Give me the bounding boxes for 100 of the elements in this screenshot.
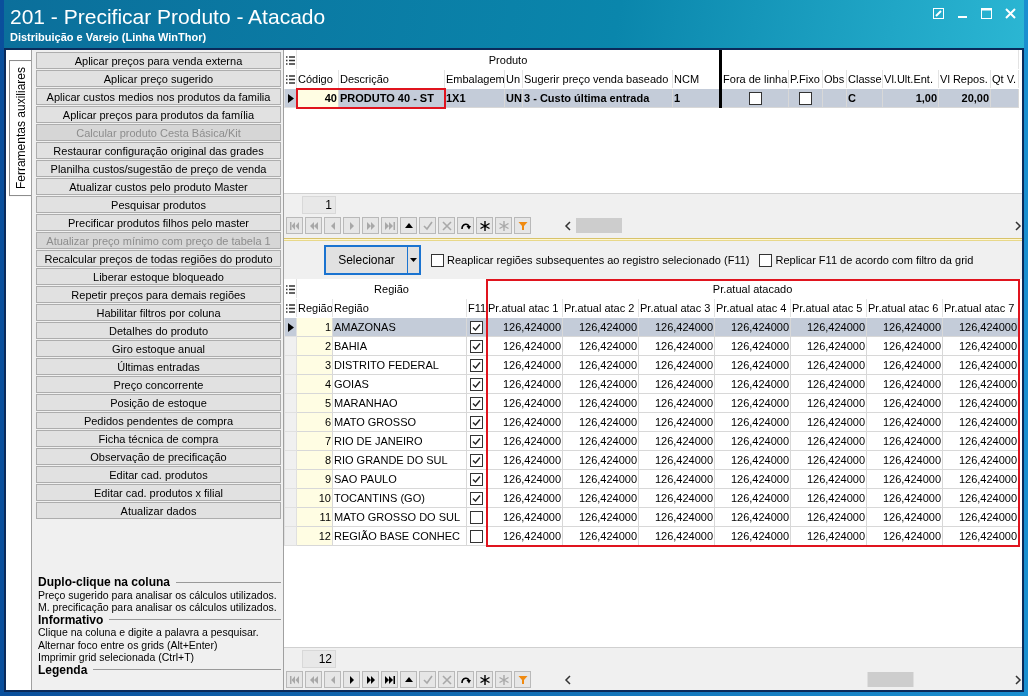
table-cell: 126,424000 [638,488,715,508]
column-header[interactable]: Un [504,69,523,89]
navigator-button[interactable] [457,671,474,688]
navigator-button[interactable] [381,671,398,688]
column-header[interactable]: Pr.atual atac 6 [866,298,943,318]
scroll-left-icon[interactable] [564,220,572,231]
tool-button[interactable]: Recalcular preços de todas regiões do produto [36,250,281,267]
checkbox[interactable] [470,492,483,506]
checkbox[interactable] [470,321,483,335]
column-header[interactable]: Pr.atual atac 4 [714,298,791,318]
tool-button[interactable]: Habilitar filtros por coluna [36,304,281,321]
checkbox[interactable] [431,253,444,267]
dropdown-button[interactable] [408,247,419,273]
column-header[interactable]: Obs [822,69,847,89]
tool-button[interactable]: Editar cad. produtos x filial [36,484,281,501]
tool-button[interactable]: Atualizar custos pelo produto Master [36,178,281,195]
column-header[interactable]: Vl.Ult.Ent. [882,69,939,89]
table-cell: 126,424000 [866,393,943,413]
checkbox[interactable] [799,92,813,106]
checkbox[interactable] [470,511,483,525]
navigator-button[interactable] [457,217,474,234]
table-cell: 126,424000 [638,431,715,451]
table-cell: 126,424000 [486,450,563,470]
checkbox[interactable] [470,340,483,354]
column-header[interactable]: Região [296,298,333,318]
checkbox[interactable] [470,416,483,430]
tool-button[interactable]: Aplicar preços para produtos da família [36,106,281,123]
table-cell: MARANHAO [332,393,467,413]
navigator-button[interactable] [476,217,493,234]
scroll-thumb[interactable] [576,218,622,233]
scroll-right-icon[interactable] [1014,220,1022,231]
window-subtitle: Distribuição e Varejo (Linha WinThor) [10,30,207,44]
checkbox[interactable] [470,378,483,392]
column-header[interactable]: Descrição [338,69,445,89]
checkbox[interactable] [470,530,483,544]
tool-button[interactable]: Editar cad. produtos [36,466,281,483]
horizontal-scrollbar[interactable] [564,671,1022,688]
column-header[interactable]: Vl Repos. [938,69,991,89]
checkbox[interactable] [470,359,483,373]
checkbox[interactable] [748,92,762,106]
edit-icon[interactable] [933,8,944,19]
tool-button[interactable]: Pesquisar produtos [36,196,281,213]
table-cell: 126,424000 [486,431,563,451]
column-list-icon[interactable] [286,75,295,85]
column-header[interactable]: Pr.atual atac 5 [790,298,867,318]
tool-button[interactable]: Aplicar preços para venda externa [36,52,281,69]
side-tab[interactable]: Ferramentas auxiliares [9,60,31,197]
column-header[interactable]: P.Fixo [788,69,823,89]
column-list-icon[interactable] [286,304,295,314]
column-list-icon[interactable] [286,56,295,66]
tool-button[interactable]: Observação de precificação [36,448,281,465]
tool-button[interactable]: Aplicar custos medios nos produtos da familia [36,88,281,105]
column-header[interactable]: Código [296,69,339,89]
checkbox[interactable] [470,397,483,411]
horizontal-scrollbar[interactable] [564,217,1022,234]
column-list-icon[interactable] [286,285,295,295]
column-header[interactable]: Pr.atual atac 1 [486,298,563,318]
scroll-right-icon[interactable] [1014,674,1022,685]
navigator-button[interactable] [362,671,379,688]
column-header[interactable]: Pr.atual atac 2 [562,298,639,318]
tool-button[interactable]: Atualizar dados [36,502,281,519]
column-header[interactable]: Região [332,298,467,318]
column-header[interactable]: Sugerir preço venda baseado [522,69,673,89]
checkbox[interactable] [470,435,483,449]
checkbox[interactable] [759,253,773,267]
tool-button[interactable]: Aplicar preço sugerido [36,70,281,87]
scroll-thumb[interactable] [867,672,913,687]
navigator-button[interactable] [400,671,417,688]
tool-button[interactable]: Detalhes do produto [36,322,281,339]
column-header[interactable]: Embalagem [444,69,505,89]
navigator-button[interactable] [400,217,417,234]
column-header[interactable]: Pr.atual atac 3 [638,298,715,318]
tool-button[interactable]: Giro estoque anual [36,340,281,357]
table-cell: 126,424000 [790,469,867,489]
table-cell: 126,424000 [714,488,791,508]
tool-button[interactable]: Restaurar configuração original das grades [36,142,281,159]
tool-button[interactable]: Posição de estoque [36,394,281,411]
tool-button[interactable]: Precificar produtos filhos pelo master [36,214,281,231]
tool-button[interactable]: Planilha custos/sugestão de preço de venda [36,160,281,177]
checkbox[interactable] [470,473,483,487]
tool-button[interactable]: Ficha técnica de compra [36,430,281,447]
scroll-left-icon[interactable] [564,674,572,685]
section-heading: Legenda [38,663,88,676]
table-cell: 126,424000 [790,431,867,451]
navigator-button[interactable] [476,671,493,688]
navigator-button[interactable] [343,671,360,688]
maximize-icon[interactable] [981,8,992,19]
tool-button[interactable]: Pedidos pendentes de compra [36,412,281,429]
tool-button[interactable]: Repetir preços para demais regiões [36,286,281,303]
table-cell: 126,424000 [638,507,715,527]
checkbox[interactable] [470,454,483,468]
table-cell: 126,424000 [866,450,943,470]
table-cell: 126,424000 [486,412,563,432]
column-header[interactable]: Classe [846,69,883,89]
tool-button[interactable]: Liberar estoque bloqueado [36,268,281,285]
column-header[interactable]: Qt V. [990,69,1019,89]
tool-button[interactable]: Preço concorrente [36,376,281,393]
tool-button[interactable]: Últimas entradas [36,358,281,375]
table-cell: 126,424000 [562,374,639,394]
select-button[interactable]: Selecionar [326,247,408,273]
